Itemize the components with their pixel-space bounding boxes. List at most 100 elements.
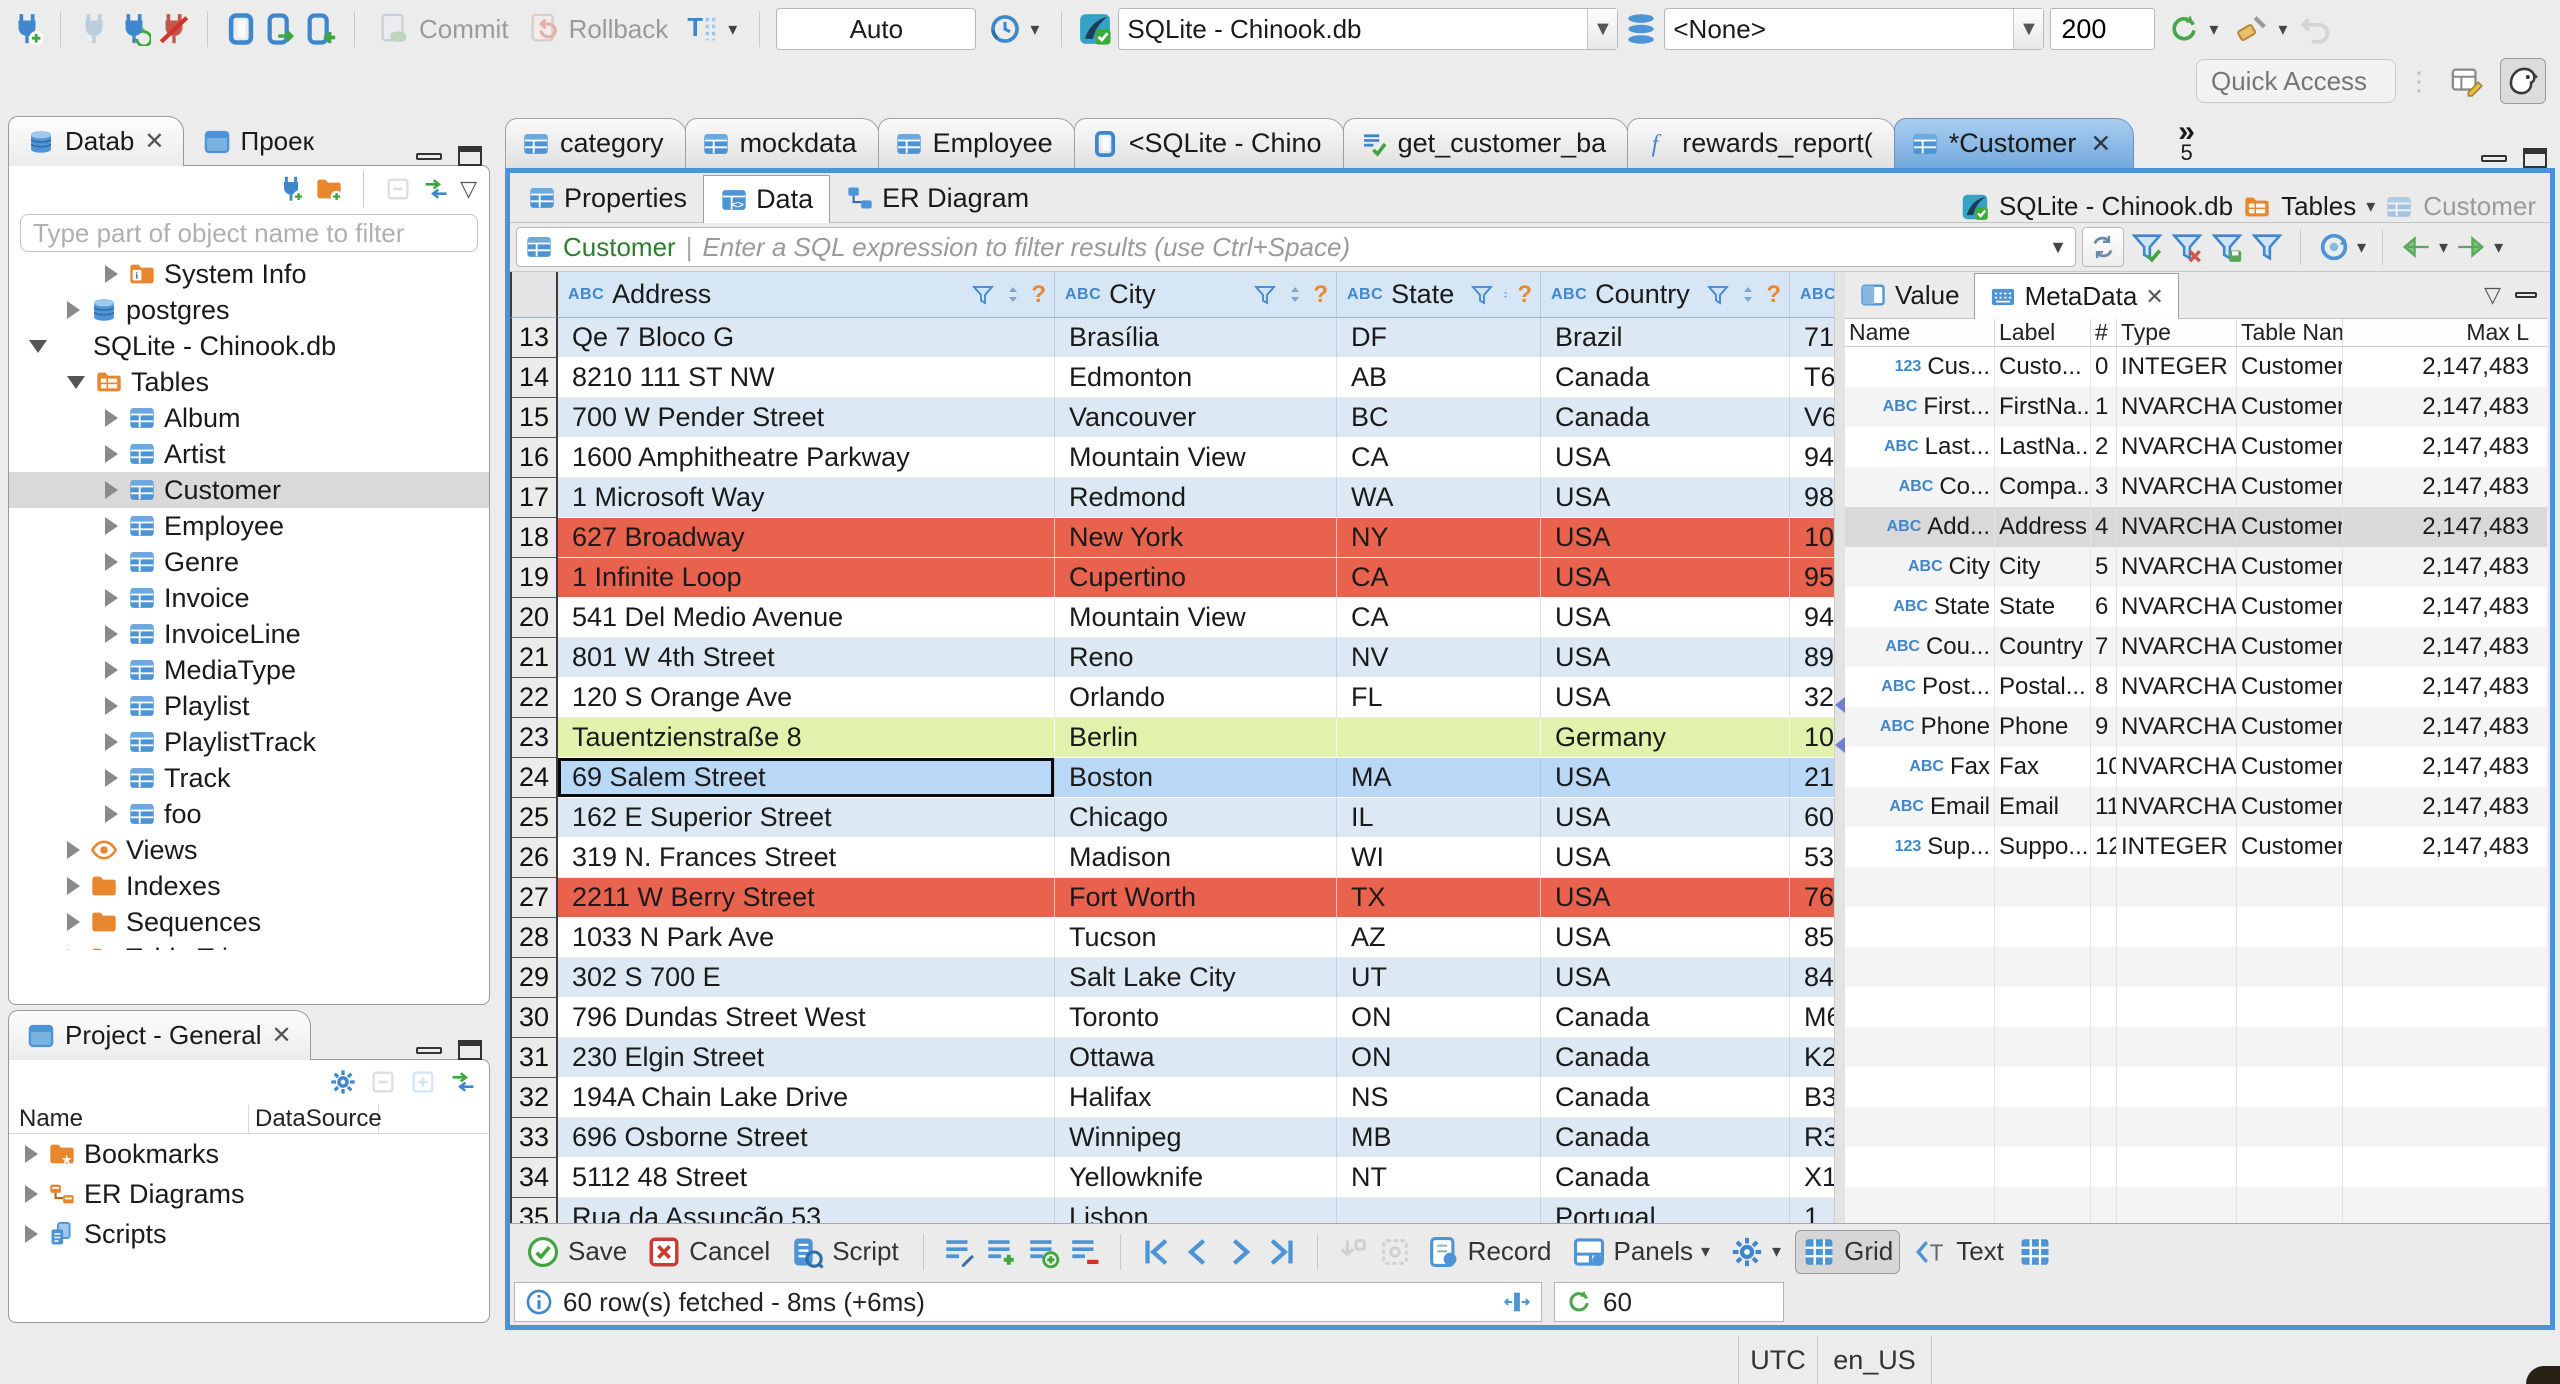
grid-cell-postal[interactable]: V6 [1790, 398, 1834, 438]
grid-cell-city[interactable]: Toronto [1055, 998, 1337, 1038]
new-sql-editor-icon[interactable] [304, 12, 338, 46]
tab-projects[interactable]: Проек [184, 116, 333, 166]
row-number[interactable]: 14 [510, 358, 558, 398]
grid-cell-state[interactable]: AB [1337, 358, 1541, 398]
chevron-right-icon[interactable] [105, 661, 118, 679]
fetch-next-icon[interactable] [2454, 230, 2488, 264]
grid-cell-country[interactable]: USA [1541, 678, 1790, 718]
grid-cell-city[interactable]: Tucson [1055, 918, 1337, 958]
row-number[interactable]: 34 [510, 1158, 558, 1198]
column-header-name[interactable]: Name [9, 1104, 249, 1133]
fetch-previous-icon[interactable] [2399, 230, 2433, 264]
grid-cell-city[interactable]: Chicago [1055, 798, 1337, 838]
maximize-panel-icon[interactable] [2515, 292, 2537, 298]
row-number[interactable]: 13 [510, 318, 558, 358]
tree-item-track[interactable]: Track [9, 760, 489, 796]
grid-cell-city[interactable]: Ottawa [1055, 1038, 1337, 1078]
grid-cell-state[interactable]: NS [1337, 1078, 1541, 1118]
grid-cell-address[interactable]: Tauentzienstraße 8 [558, 718, 1055, 758]
grid-cell-city[interactable]: Yellowknife [1055, 1158, 1337, 1198]
row-number[interactable]: 22 [510, 678, 558, 718]
chevron-down-icon[interactable] [67, 375, 85, 389]
meta-column-label[interactable]: Label [1995, 319, 2091, 346]
tree-item-foo[interactable]: foo [9, 796, 489, 832]
grid-cell-city[interactable]: Mountain View [1055, 438, 1337, 478]
grid-cell-address[interactable]: 801 W 4th Street [558, 638, 1055, 678]
grid-cell-postal[interactable]: T6 [1790, 358, 1834, 398]
grid-panel-icon[interactable] [2018, 1235, 2052, 1269]
zoom-icon[interactable] [1378, 1235, 1412, 1269]
grid-cell-state[interactable]: BC [1337, 398, 1541, 438]
new-folder-icon[interactable] [315, 175, 343, 203]
minimize-icon[interactable] [416, 152, 442, 160]
grid-cell-address[interactable]: 194A Chain Lake Drive [558, 1078, 1055, 1118]
chevron-right-icon[interactable] [67, 841, 80, 859]
grid-cell-country[interactable]: Brazil [1541, 318, 1790, 358]
tree-item-invoiceline[interactable]: InvoiceLine [9, 616, 489, 652]
grid-cell-address[interactable]: 8210 111 ST NW [558, 358, 1055, 398]
grid-cell-address[interactable]: 302 S 700 E [558, 958, 1055, 998]
grid-cell-city[interactable]: Fort Worth [1055, 878, 1337, 918]
link-editor-icon[interactable] [422, 175, 450, 203]
column-header-country[interactable]: ABC Country? [1541, 272, 1790, 318]
grid-cell-country[interactable]: Canada [1541, 1038, 1790, 1078]
tree-item-sqlite-chinook-db[interactable]: SQLite - Chinook.db [9, 328, 489, 364]
combo-dropdown-icon[interactable]: ▼ [1587, 9, 1618, 49]
grid-cell-country[interactable]: Canada [1541, 1118, 1790, 1158]
maximize-icon[interactable] [458, 1040, 482, 1060]
grid-cell-address[interactable]: 627 Broadway [558, 518, 1055, 558]
grid-cell-address[interactable]: 700 W Pender Street [558, 398, 1055, 438]
meta-row-custo[interactable]: 123 Cus... Custo... 0 INTEGER Customer 2,147,4… [1845, 347, 2547, 387]
panels-button[interactable]: Panels ▾ [1566, 1235, 1717, 1269]
grid-corner[interactable] [510, 272, 558, 318]
grid-cell-city[interactable]: New York [1055, 518, 1337, 558]
meta-column-max-l[interactable]: Max L [2343, 319, 2533, 346]
grid-cell-address[interactable]: 319 N. Frances Street [558, 838, 1055, 878]
column-filter-icon[interactable] [1706, 283, 1730, 307]
grid-cell-state[interactable]: IL [1337, 798, 1541, 838]
grid-cell-postal[interactable]: 98 [1790, 478, 1834, 518]
grid-cell-postal[interactable]: 71 [1790, 318, 1834, 358]
chevron-right-icon[interactable] [105, 409, 118, 427]
grid-cell-state[interactable]: AZ [1337, 918, 1541, 958]
close-icon[interactable]: ✕ [144, 127, 164, 156]
chevron-right-icon[interactable] [105, 589, 118, 607]
column-header-state[interactable]: ABC State? [1337, 272, 1541, 318]
meta-row-address[interactable]: ABCAdd...Address4NVARCHARCustomer2,147,4… [1845, 507, 2547, 547]
grid-cell-address[interactable]: 796 Dundas Street West [558, 998, 1055, 1038]
column-header-clipped[interactable]: ABC [1790, 272, 1834, 318]
grid-cell-city[interactable]: Orlando [1055, 678, 1337, 718]
save-button[interactable]: Save [520, 1235, 633, 1269]
meta-row-city[interactable]: ABCCityCity5NVARCHARCustomer2,147,483 [1845, 547, 2547, 587]
grid-cell-state[interactable]: NY [1337, 518, 1541, 558]
column-header-datasource[interactable]: DataSource [249, 1104, 382, 1133]
grid-cell-city[interactable]: Lisbon [1055, 1198, 1337, 1223]
grid-cell-postal[interactable]: 94 [1790, 598, 1834, 638]
chevron-right-icon[interactable] [25, 1145, 38, 1163]
maximize-icon[interactable] [2523, 148, 2547, 168]
row-number[interactable]: 27 [510, 878, 558, 918]
quick-access-input[interactable] [2196, 59, 2396, 103]
row-number[interactable]: 20 [510, 598, 558, 638]
meta-row-compa[interactable]: ABCCo...Compa...3NVARCHARCustomer2,147,4… [1845, 467, 2547, 507]
tree-item-employee[interactable]: Employee [9, 508, 489, 544]
meta-row-suppo[interactable]: 123Sup...Suppo...12INTEGERCustomer2,147,… [1845, 827, 2547, 867]
grid-cell-country[interactable]: USA [1541, 558, 1790, 598]
chevron-down-icon[interactable] [29, 339, 47, 353]
tree-item-mediatype[interactable]: MediaType [9, 652, 489, 688]
chevron-down-icon[interactable]: ▾ [2494, 237, 2503, 258]
expand-all-icon[interactable] [409, 1068, 437, 1096]
grid-cell-address[interactable]: 2211 W Berry Street [558, 878, 1055, 918]
row-number[interactable]: 16 [510, 438, 558, 478]
meta-row-country[interactable]: ABCCou...Country7NVARCHARCustomer2,147,4… [1845, 627, 2547, 667]
collapse-all-icon[interactable] [369, 1068, 397, 1096]
previous-row-icon[interactable] [1181, 1235, 1215, 1269]
column-header-city[interactable]: ABC City? [1055, 272, 1337, 318]
row-number[interactable]: 29 [510, 958, 558, 998]
grid-cell-postal[interactable]: B3 [1790, 1078, 1834, 1118]
grid-cell-state[interactable]: CA [1337, 598, 1541, 638]
grid-cell-country[interactable]: USA [1541, 638, 1790, 678]
duplicate-row-icon[interactable] [1026, 1235, 1060, 1269]
grid-cell-city[interactable]: Brasília [1055, 318, 1337, 358]
chevron-right-icon[interactable] [105, 445, 118, 463]
